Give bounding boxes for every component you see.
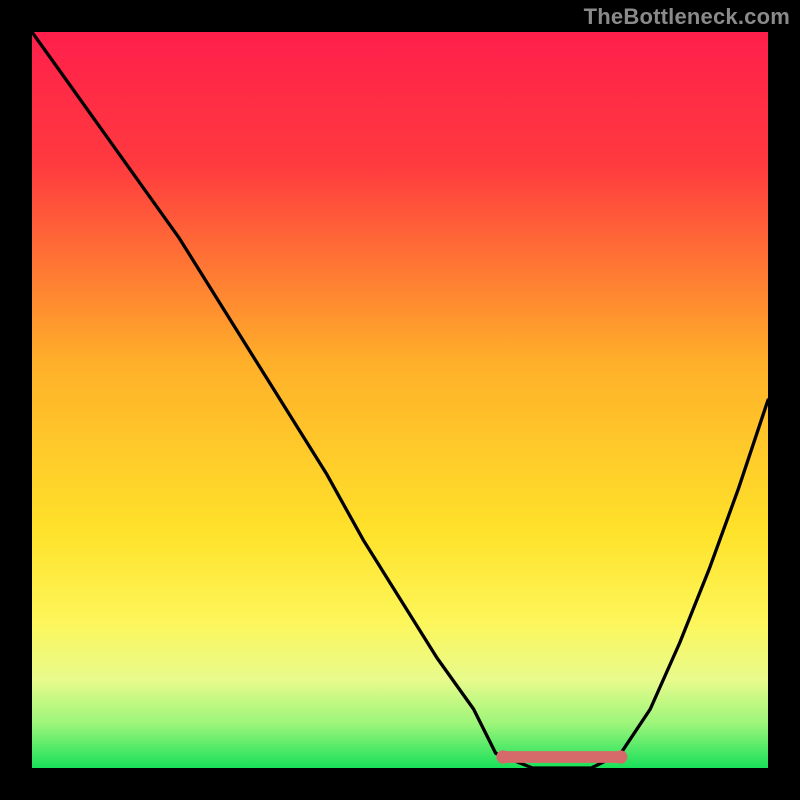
curve-layer xyxy=(32,32,768,768)
plot-area xyxy=(32,32,768,768)
optimal-band-right-dot xyxy=(614,750,627,763)
chart-frame: TheBottleneck.com xyxy=(0,0,800,800)
optimal-band-left-dot xyxy=(496,750,509,763)
bottleneck-curve xyxy=(32,32,768,768)
watermark: TheBottleneck.com xyxy=(584,4,790,30)
